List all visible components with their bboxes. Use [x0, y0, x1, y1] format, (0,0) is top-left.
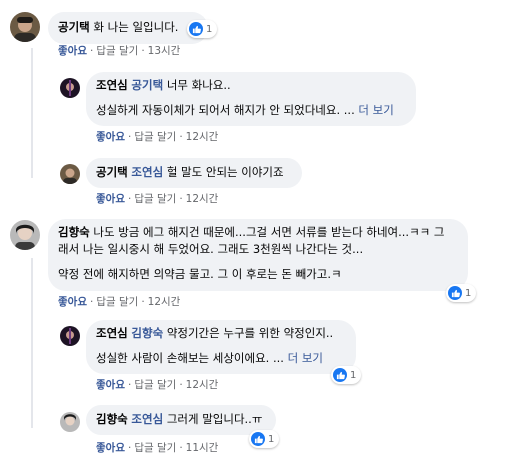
reaction-count-label: 1 — [206, 23, 213, 35]
reaction-count[interactable]: 1 — [331, 366, 362, 384]
comment-actions: 좋아요 · 답글 달기 · 13시간 — [58, 45, 181, 57]
reply-button[interactable]: 답글 달기 — [134, 442, 176, 454]
comment-time[interactable]: 13시간 — [148, 45, 181, 57]
comment-text: 헐 말도 안되는 이야기죠 — [166, 165, 284, 179]
reply-button[interactable]: 답글 달기 — [96, 45, 138, 57]
like-button[interactable]: 좋아요 — [96, 379, 125, 391]
comment-text: 성실하게 자동이체가 되어서 해지가 안 되었다네요. ... — [96, 103, 355, 117]
thread-line — [31, 258, 33, 428]
like-thumb-icon — [189, 22, 203, 36]
comment-time[interactable]: 12시간 — [186, 193, 219, 205]
reaction-count-label: 1 — [268, 433, 275, 445]
comment-text: 화 나는 일입니다. — [93, 20, 179, 34]
comment-time[interactable]: 11시간 — [186, 442, 219, 454]
comment-actions: 좋아요 · 답글 달기 · 12시간 — [58, 296, 181, 308]
like-thumb-icon — [251, 432, 265, 446]
reply-button[interactable]: 답글 달기 — [134, 131, 176, 143]
comment-text: 래서 나는 일시중시 해 두었어요. 그래도 3천원씩 나간다는 것... — [58, 242, 364, 256]
avatar[interactable] — [10, 220, 40, 250]
comment-time[interactable]: 12시간 — [186, 379, 219, 391]
comment-text: 성실한 사람이 손해보는 세상이에요. ... — [96, 351, 284, 365]
like-button[interactable]: 좋아요 — [96, 442, 125, 454]
comment-actions: 좋아요 · 답글 달기 · 12시간 — [96, 131, 219, 143]
avatar[interactable] — [60, 326, 80, 346]
reply-button[interactable]: 답글 달기 — [134, 193, 176, 205]
comment-bubble: 김향숙 조연심 그러게 말입니다..ㅠ — [86, 405, 276, 435]
reply-button[interactable]: 답글 달기 — [96, 296, 138, 308]
comment-bubble: 김향숙 나도 방금 에그 해지건 때문에...그걸 서면 서류를 받는다 하네여… — [48, 219, 468, 291]
reaction-count[interactable]: 1 — [249, 430, 280, 448]
comment-text: 약정 전에 해지하면 의약금 물고. 그 이 후로는 돈 빼가고.ㅋ — [58, 267, 342, 281]
reaction-count-label: 1 — [465, 287, 472, 299]
comment-author[interactable]: 김향숙 — [58, 225, 90, 239]
comment-text: 나도 방금 에그 해지건 때문에...그걸 서면 서류를 받는다 하네여...ㅋ… — [93, 225, 445, 239]
see-more-link[interactable]: 더 보기 — [358, 103, 393, 117]
comment-author[interactable]: 공기택 — [96, 165, 128, 179]
avatar[interactable] — [60, 78, 80, 98]
reply-button[interactable]: 답글 달기 — [134, 379, 176, 391]
comment-actions: 좋아요 · 답글 달기 · 12시간 — [96, 193, 219, 205]
comment-bubble: 조연심 공기택 너무 화나요.. 성실하게 자동이체가 되어서 해지가 안 되었… — [86, 72, 416, 126]
thread-line — [31, 48, 33, 178]
like-button[interactable]: 좋아요 — [58, 45, 87, 57]
like-thumb-icon — [448, 286, 462, 300]
comment-actions: 좋아요 · 답글 달기 · 11시간 — [96, 442, 219, 454]
comment-text: 약정기간은 누구를 위한 약정인지.. — [166, 326, 334, 340]
comment-author[interactable]: 조연심 — [96, 326, 128, 340]
like-button[interactable]: 좋아요 — [96, 193, 125, 205]
comment-text: 그러게 말입니다..ㅠ — [166, 412, 263, 426]
mention-link[interactable]: 공기택 — [131, 78, 163, 92]
mention-link[interactable]: 조연심 — [131, 165, 163, 179]
comment-bubble: 조연심 김향숙 약정기간은 누구를 위한 약정인지.. 성실한 사람이 손해보는… — [86, 320, 356, 374]
avatar[interactable] — [60, 164, 80, 184]
comment-time[interactable]: 12시간 — [186, 131, 219, 143]
comment-text: 너무 화나요.. — [166, 78, 231, 92]
like-button[interactable]: 좋아요 — [96, 131, 125, 143]
see-more-link[interactable]: 더 보기 — [288, 351, 323, 365]
avatar[interactable] — [10, 12, 40, 42]
reaction-count[interactable]: 1 — [187, 20, 218, 38]
comment-bubble: 공기택 조연심 헐 말도 안되는 이야기죠 — [86, 158, 302, 188]
comment-author[interactable]: 조연심 — [96, 78, 128, 92]
comment-author[interactable]: 김향숙 — [96, 412, 128, 426]
like-thumb-icon — [333, 368, 347, 382]
like-button[interactable]: 좋아요 — [58, 296, 87, 308]
comment-actions: 좋아요 · 답글 달기 · 12시간 — [96, 379, 219, 391]
comment-author[interactable]: 공기택 — [58, 20, 90, 34]
mention-link[interactable]: 조연심 — [131, 412, 163, 426]
reaction-count-label: 1 — [350, 369, 357, 381]
reaction-count[interactable]: 1 — [446, 284, 477, 302]
comment-bubble: 공기택 화 나는 일입니다. — [48, 12, 208, 44]
comment-time[interactable]: 12시간 — [148, 296, 181, 308]
mention-link[interactable]: 김향숙 — [131, 326, 163, 340]
avatar[interactable] — [60, 412, 80, 432]
